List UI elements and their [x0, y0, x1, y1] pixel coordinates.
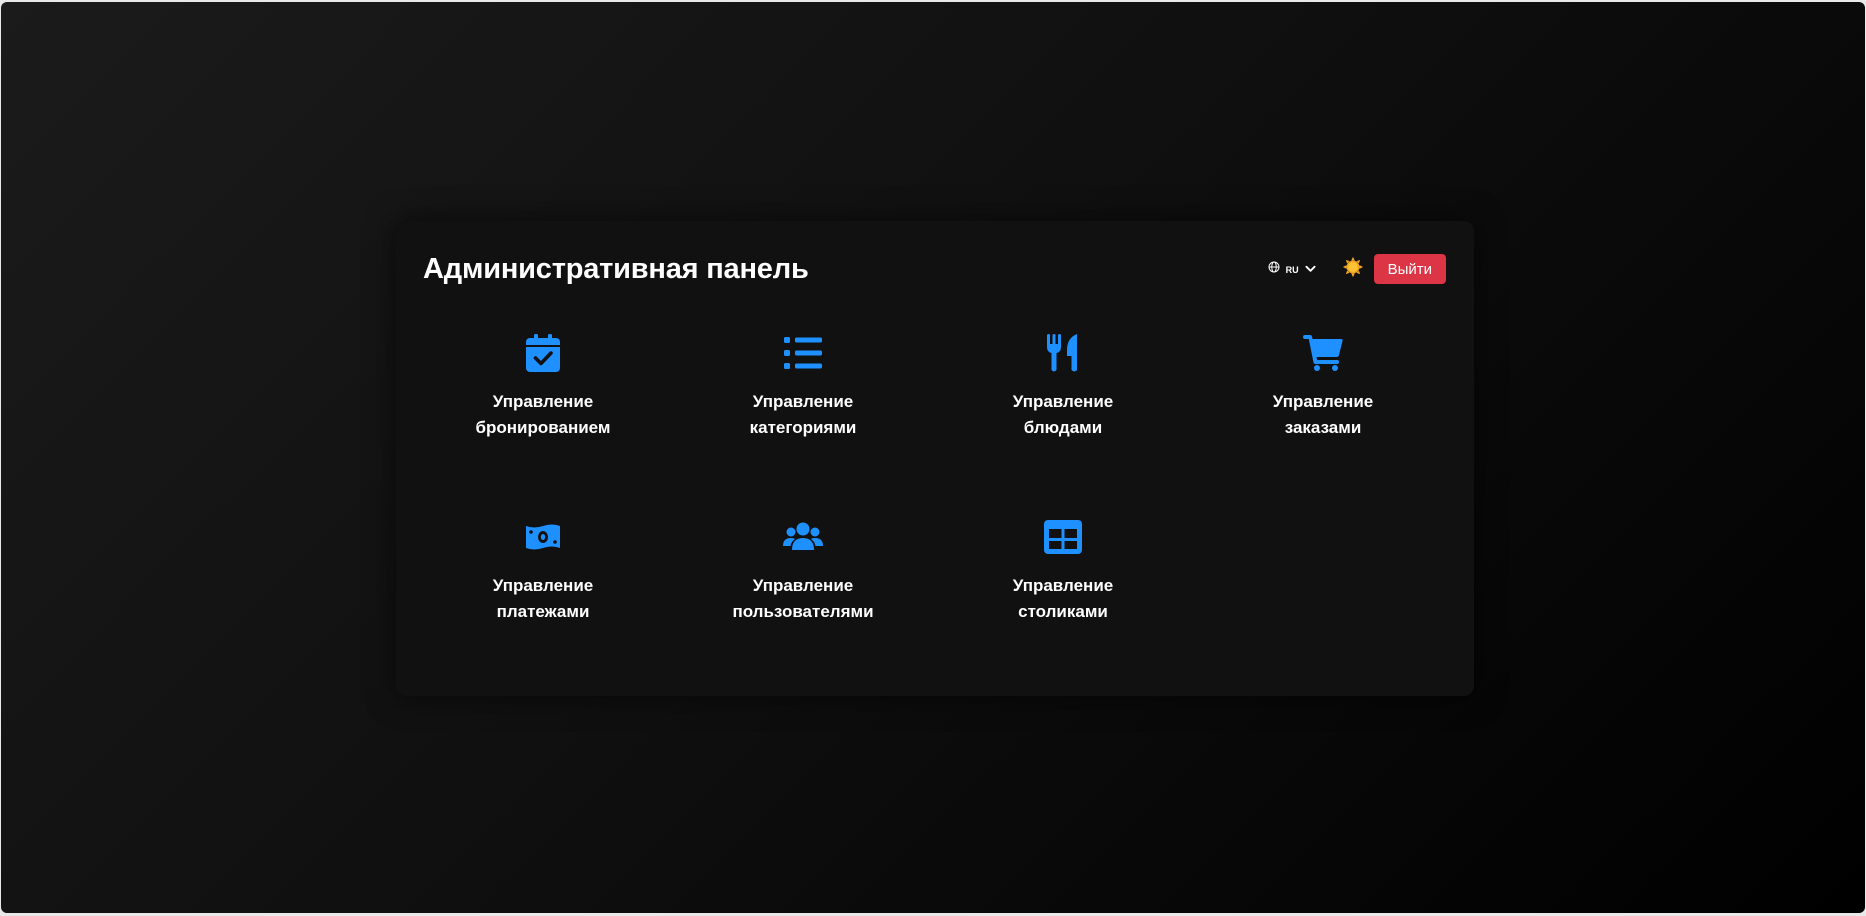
tile-tables[interactable]: Управление столиками [933, 505, 1193, 689]
sun-icon [1342, 256, 1364, 283]
tile-label: Управление блюдами [1012, 392, 1114, 437]
page-title: Административная панель [423, 252, 809, 285]
page-background: Административная панель RU Выйти Управле… [1, 2, 1865, 913]
tile-label: Управление столиками [1012, 576, 1114, 621]
panel-header: Административная панель RU Выйти [423, 249, 1446, 289]
users-icon [783, 517, 823, 557]
list-icon [783, 333, 823, 373]
language-code: RU [1285, 264, 1299, 275]
tile-grid: Управление бронированием Управление катег [413, 321, 1453, 689]
globe-icon [1268, 260, 1280, 278]
chevron-down-icon [1305, 260, 1316, 278]
tile-label: Управление заказами [1272, 392, 1374, 437]
tile-users[interactable]: Управление пользователями [673, 505, 933, 689]
tile-bookings[interactable]: Управление бронированием [413, 321, 673, 505]
admin-panel: Административная панель RU Выйти Управле… [396, 221, 1474, 696]
header-controls: RU Выйти [1268, 254, 1446, 284]
utensils-icon [1043, 333, 1083, 373]
tile-label: Управление бронированием [475, 392, 611, 437]
tile-label: Управление платежами [492, 576, 594, 621]
tile-label: Управление пользователями [732, 576, 874, 621]
tile-categories[interactable]: Управление категориями [673, 321, 933, 505]
calendar-check-icon [523, 333, 563, 373]
tile-orders[interactable]: Управление заказами [1193, 321, 1453, 505]
tile-dishes[interactable]: Управление блюдами [933, 321, 1193, 505]
table-icon [1043, 517, 1083, 557]
tile-label: Управление категориями [749, 392, 857, 437]
money-bill-icon [523, 517, 563, 557]
logout-button[interactable]: Выйти [1373, 254, 1446, 284]
language-selector[interactable]: RU [1268, 260, 1316, 278]
tile-payments[interactable]: Управление платежами [413, 505, 673, 689]
shopping-cart-icon [1303, 333, 1343, 373]
theme-toggle[interactable] [1342, 256, 1364, 283]
